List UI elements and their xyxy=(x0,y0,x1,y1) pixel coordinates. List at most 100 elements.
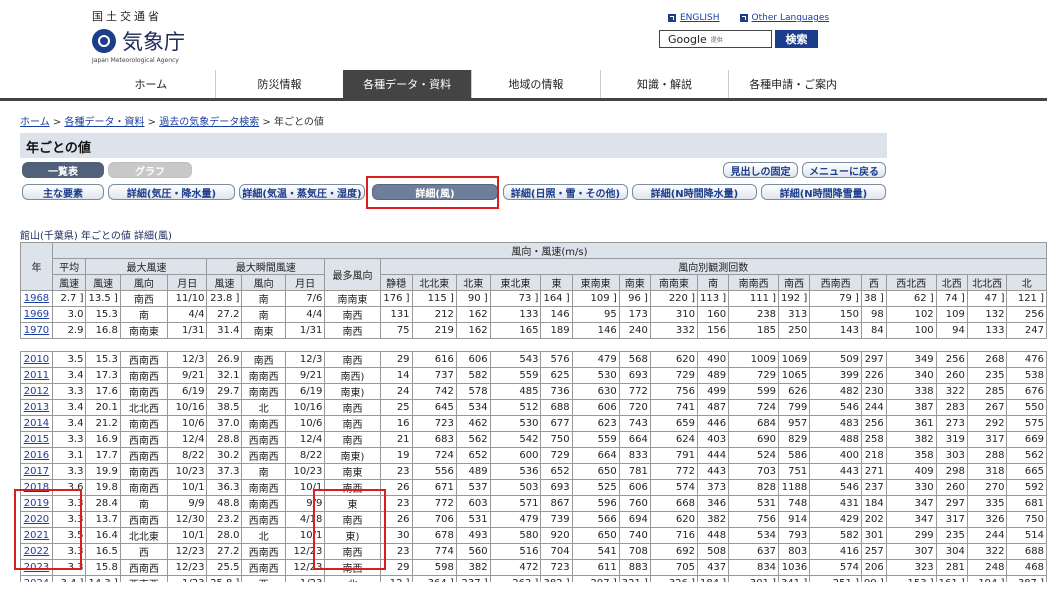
detail-sunshine-button[interactable]: 詳細(日照・雪・その他) xyxy=(503,184,628,200)
cell-count: 416 xyxy=(809,543,862,560)
table-row: 2021 3.5 16.4 北北東 10/1 28.0 北 10/1 東) 30 678 493 580… xyxy=(20,527,1047,544)
cell-count: 580 xyxy=(489,527,542,544)
year-cell[interactable]: 2011 xyxy=(20,367,53,384)
col-avg-speed: 風速 xyxy=(51,274,87,291)
table-row: 1970 2.9 16.8 南南東 1/31 31.4 南東 1/31 南西 75 219 162 16… xyxy=(20,322,1047,339)
n-hour-precip-button[interactable]: 詳細(N時間降水量) xyxy=(632,184,757,200)
nav-regional[interactable]: 地域の情報 xyxy=(471,70,600,98)
year-cell[interactable]: 2024 xyxy=(20,575,53,582)
year-link[interactable]: 2015 xyxy=(24,434,49,445)
cell-count: 620 xyxy=(649,351,698,368)
nav-knowledge[interactable]: 知識・解説 xyxy=(599,70,729,98)
year-cell[interactable]: 1968 xyxy=(20,290,53,307)
year-cell[interactable]: 1970 xyxy=(20,322,53,339)
breadcrumb-data[interactable]: 各種データ・資料 xyxy=(64,117,144,128)
year-cell[interactable]: 1969 xyxy=(20,306,53,323)
annual-wind-table: 年 風向・風速(m/s) 平均 最大風速 最大瞬間風速 最多風向 風向別観測回数… xyxy=(20,242,1047,582)
year-link[interactable]: 2011 xyxy=(24,370,49,381)
fix-header-button[interactable]: 見出しの固定 xyxy=(723,162,798,178)
year-link[interactable]: 2014 xyxy=(24,418,49,429)
cell-gs: 25.8 ] xyxy=(206,575,243,582)
col-dir-count: 東 xyxy=(540,274,573,291)
nav-disaster-info[interactable]: 防災情報 xyxy=(214,70,344,98)
cell-count: 531 xyxy=(455,511,491,528)
detail-temp-button[interactable]: 詳細(気温・蒸気圧・湿度) xyxy=(239,184,365,200)
cell-mode: 南西 xyxy=(324,399,381,416)
cell-count: 611 xyxy=(571,559,620,576)
year-link[interactable]: 2024 xyxy=(24,578,49,582)
cell-count: 301 xyxy=(860,527,887,544)
cell-gs: 25.5 xyxy=(206,559,243,576)
year-link[interactable]: 2017 xyxy=(24,466,49,477)
cell-count: 562 xyxy=(1006,447,1047,464)
cell-gdt: 10/6 xyxy=(284,415,326,432)
cell-count: 499 xyxy=(696,383,730,400)
cell-count: 645 xyxy=(411,399,457,416)
cell-count: 79 ] xyxy=(809,290,862,307)
cell-wdt: 12/3 xyxy=(166,351,208,368)
graph-view-button[interactable]: グラフ xyxy=(108,162,192,178)
detail-pressure-button[interactable]: 詳細(気圧・降水量) xyxy=(108,184,235,200)
cell-count: 176 ] xyxy=(379,290,413,307)
year-cell[interactable]: 2016 xyxy=(20,447,53,464)
year-link[interactable]: 1968 xyxy=(24,293,49,304)
back-to-menu-button[interactable]: メニューに戻る xyxy=(802,162,886,178)
cell-count: 688 xyxy=(1006,543,1047,560)
n-hour-snow-button[interactable]: 詳細(N時間降雪量) xyxy=(761,184,886,200)
year-cell[interactable]: 2017 xyxy=(20,463,53,480)
year-cell[interactable]: 2014 xyxy=(20,415,53,432)
cell-count: 285 xyxy=(966,383,1008,400)
year-link[interactable]: 1970 xyxy=(24,325,49,336)
year-link[interactable]: 2016 xyxy=(24,450,49,461)
cell-avg: 3.3 xyxy=(51,463,87,480)
cell-count: 525 xyxy=(571,479,620,496)
cell-gdt: 8/22 xyxy=(284,447,326,464)
col-dir-count: 東北東 xyxy=(489,274,542,291)
cell-count: 592 xyxy=(1006,479,1047,496)
cell-count: 620 xyxy=(649,511,698,528)
cell-count: 537 xyxy=(455,479,491,496)
cell-gd: 南南西 xyxy=(241,367,286,384)
search-input[interactable]: Google 提供 xyxy=(659,30,772,48)
cell-mode: 南西 xyxy=(324,322,381,339)
nav-applications[interactable]: 各種申請・ご案内 xyxy=(728,70,857,98)
year-cell[interactable]: 2010 xyxy=(20,351,53,368)
year-link[interactable]: 2013 xyxy=(24,402,49,413)
cell-count: 665 xyxy=(1006,463,1047,480)
cell-count: 260 xyxy=(935,479,968,496)
year-link[interactable]: 1969 xyxy=(24,309,49,320)
search-button[interactable]: 検索 xyxy=(775,30,818,48)
english-link[interactable]: ENGLISH xyxy=(668,13,720,23)
cell-count: 373 xyxy=(696,479,730,496)
list-view-button[interactable]: 一覧表 xyxy=(22,162,104,178)
year-link[interactable]: 2010 xyxy=(24,354,49,365)
breadcrumb-search[interactable]: 過去の気象データ検索 xyxy=(159,117,259,128)
year-cell[interactable]: 2012 xyxy=(20,383,53,400)
cell-avg: 3.3 xyxy=(51,431,87,448)
cell-count: 883 xyxy=(618,559,651,576)
other-languages-link[interactable]: Other Languages xyxy=(739,13,830,23)
cell-count: 206 xyxy=(860,559,887,576)
other-languages-link-text[interactable]: Other Languages xyxy=(752,13,830,23)
cell-count: 297 xyxy=(935,495,968,512)
jma-logo[interactable]: 国土交通省 気象庁 Japan Meteorological Agency xyxy=(92,8,185,64)
cell-count: 750 xyxy=(540,431,573,448)
year-cell[interactable]: 2013 xyxy=(20,399,53,416)
cell-avg: 2.9 xyxy=(51,322,87,339)
nav-home[interactable]: ホーム xyxy=(87,70,215,98)
cell-count: 218 xyxy=(860,447,887,464)
cell-count: 257 xyxy=(860,543,887,560)
cell-gd: 南 xyxy=(241,463,286,480)
breadcrumb-home[interactable]: ホーム xyxy=(20,117,50,128)
cell-count: 546 xyxy=(809,479,862,496)
nav-data[interactable]: 各種データ・資料 xyxy=(343,70,472,98)
year-cell[interactable]: 2015 xyxy=(20,431,53,448)
main-elements-button[interactable]: 主な要素 xyxy=(22,184,104,200)
col-max-date: 月日 xyxy=(166,274,208,291)
col-year: 年 xyxy=(20,242,53,291)
cell-gdt: 1/23 xyxy=(284,575,326,582)
year-link[interactable]: 2012 xyxy=(24,386,49,397)
cell-count: 671 xyxy=(411,479,457,496)
english-link-text[interactable]: ENGLISH xyxy=(680,13,720,23)
cell-count: 75 xyxy=(379,322,413,339)
